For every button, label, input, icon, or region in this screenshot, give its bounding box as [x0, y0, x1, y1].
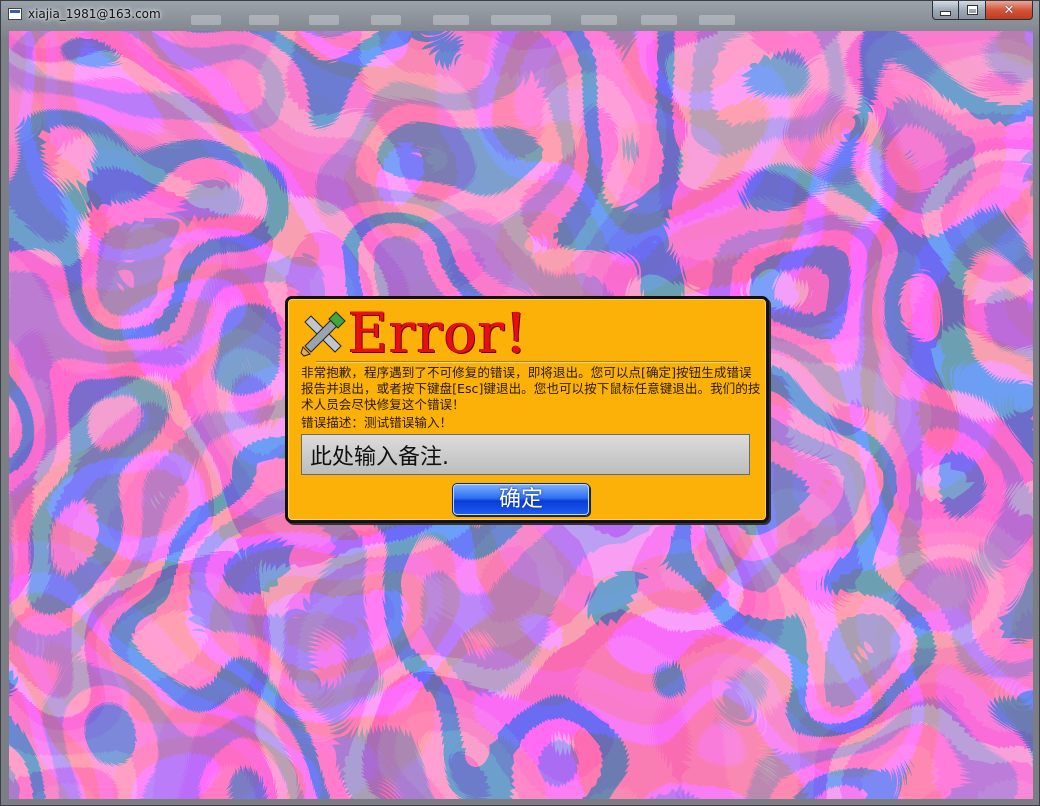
dialog-title: Error! [348, 301, 529, 365]
minimize-button[interactable] [932, 1, 959, 20]
game-canvas: Error! 非常抱歉，程序遇到了不可修复的错误，即将退出。您可以点[确定]按钮… [9, 31, 1033, 799]
window-controls: ✕ [932, 1, 1033, 21]
blurred-menu-item [433, 15, 469, 25]
blurred-menu-item [249, 15, 279, 25]
ok-button[interactable]: 确定 [452, 483, 590, 516]
title-divider [316, 361, 738, 362]
error-message: 非常抱歉，程序遇到了不可修复的错误，即将退出。您可以点[确定]按钮生成错误报告并… [301, 365, 761, 412]
minimize-icon [940, 10, 951, 16]
blurred-menu-item [191, 15, 221, 25]
close-button[interactable]: ✕ [986, 1, 1033, 20]
crossed-tools-icon [300, 311, 346, 357]
maximize-icon [966, 5, 978, 15]
error-description: 错误描述：测试错误输入！ [301, 415, 453, 430]
title-bar[interactable]: xiajia_1981@163.com ✕ [1, 1, 1039, 31]
maximize-button[interactable] [959, 1, 986, 20]
blurred-menu-item [491, 15, 551, 25]
window-title: xiajia_1981@163.com [28, 7, 161, 21]
blurred-menu-item [581, 15, 617, 25]
error-dialog: Error! 非常抱歉，程序遇到了不可修复的错误，即将退出。您可以点[确定]按钮… [285, 296, 769, 523]
app-icon [8, 8, 22, 20]
blurred-menu-item [699, 15, 735, 25]
close-icon: ✕ [1003, 2, 1015, 18]
note-input[interactable] [301, 434, 750, 475]
blurred-menu-item [371, 15, 401, 25]
blurred-menu-item [309, 15, 339, 25]
blurred-menu-item [641, 15, 677, 25]
app-window: xiajia_1981@163.com ✕ Error! 非常抱歉，程序遇到了不… [0, 0, 1040, 806]
